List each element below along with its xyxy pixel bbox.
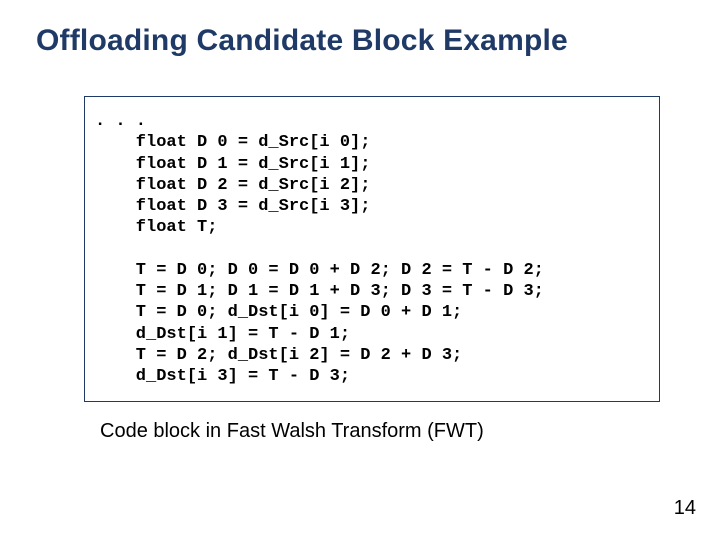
caption: Code block in Fast Walsh Transform (FWT) <box>100 420 684 443</box>
slide: Offloading Candidate Block Example . . .… <box>0 0 720 540</box>
slide-title: Offloading Candidate Block Example <box>36 24 684 58</box>
page-number: 14 <box>674 497 696 520</box>
code-block: . . . float D 0 = d_Src[i 0]; float D 1 … <box>84 96 660 402</box>
